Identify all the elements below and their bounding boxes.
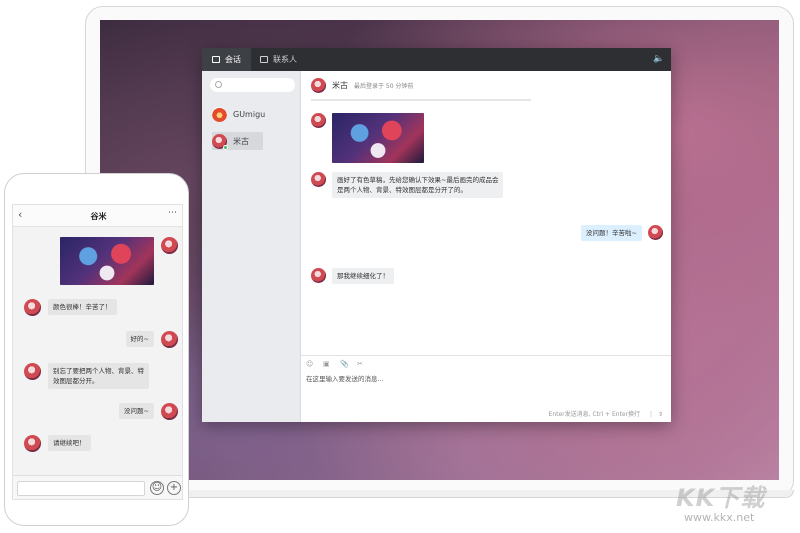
message-bubble: 没问题~ xyxy=(119,403,154,419)
message-image xyxy=(311,113,424,163)
message-text: 画好了有色草稿，先给您确认下效果~最后画完的成品会 xyxy=(337,176,499,184)
message-received: 别忘了要把两个人物、背景、特 效图层都分开。 xyxy=(24,363,149,389)
send-hint-text: Enter发送消息, Ctrl + Enter换行 xyxy=(548,411,641,418)
message-input[interactable]: 在这里输入要发送的消息... xyxy=(306,373,384,383)
avatar xyxy=(212,133,228,150)
message-bubble: 好的~ xyxy=(125,331,154,347)
tab-conversations[interactable]: 会话 xyxy=(202,48,251,71)
message-received: 画好了有色草稿，先给您确认下效果~最后画完的成品会 是两个人物、背景、特效图层都… xyxy=(311,172,504,198)
shared-artwork-image[interactable] xyxy=(332,113,424,163)
last-login-status: 最后登录于 50 分钟前 xyxy=(354,83,414,90)
shared-artwork-image[interactable] xyxy=(60,237,154,285)
search-icon xyxy=(215,81,222,88)
avatar xyxy=(161,237,178,254)
chevron-updown-icon[interactable]: ⇕ xyxy=(658,411,663,418)
message-bubble: 请继续吧！ xyxy=(48,435,91,451)
message-bubble: 颜色很棒！辛苦了！ xyxy=(48,299,117,315)
avatar xyxy=(212,106,227,122)
plus-icon[interactable]: + xyxy=(167,481,181,495)
chat-icon xyxy=(212,56,220,63)
avatar xyxy=(311,78,326,93)
message-received: 颜色很棒！辛苦了！ xyxy=(24,299,117,316)
attach-icon[interactable]: 📎 xyxy=(340,360,349,368)
watermark-url: www.kkx.net xyxy=(684,511,755,524)
header-divider xyxy=(311,99,531,101)
message-text: 是两个人物、背景、特效图层都是分开了的。 xyxy=(337,186,467,194)
message-sent: 没问题！辛苦啦~ xyxy=(581,225,663,241)
avatar xyxy=(161,403,178,420)
divider: | xyxy=(650,411,653,418)
watermark-logo: KK下载 xyxy=(676,484,766,512)
more-icon[interactable]: ⋯ xyxy=(168,208,177,218)
message-bubble: 别忘了要把两个人物、背景、特 效图层都分开。 xyxy=(48,363,149,389)
phone-input-bar: ☺ + xyxy=(13,475,182,499)
avatar xyxy=(311,172,326,187)
contact-name: GUmigu xyxy=(233,109,266,119)
contact-sidebar: GUmigu 米古 xyxy=(202,71,301,422)
phone-header: ‹ 谷米 ⋯ xyxy=(13,205,182,227)
phone-chat-title: 谷米 xyxy=(90,212,107,221)
avatar xyxy=(24,435,41,452)
tab-label: 联系人 xyxy=(273,55,297,64)
online-status-dot xyxy=(223,144,228,150)
message-bubble: 没问题！辛苦啦~ xyxy=(581,225,642,241)
avatar xyxy=(311,113,326,128)
message-received: 请继续吧！ xyxy=(24,435,91,452)
avatar xyxy=(648,225,663,240)
message-editor: ☺ ▣ 📎 ✂ 在这里输入要发送的消息... Enter发送消息, Ctrl +… xyxy=(301,355,671,422)
message-bubble: 画好了有色草稿，先给您确认下效果~最后画完的成品会 是两个人物、背景、特效图层都… xyxy=(332,172,504,198)
contacts-icon xyxy=(260,56,268,63)
chat-header: 米古 最后登录于 50 分钟前 xyxy=(311,78,413,93)
message-bubble: 那我继续细化了！ xyxy=(332,268,394,284)
emoji-icon[interactable]: ☺ xyxy=(306,360,314,368)
message-sent: 没问题~ xyxy=(119,403,178,420)
emoji-icon[interactable]: ☺ xyxy=(150,481,164,495)
window-titlebar: 会话 联系人 🔈 xyxy=(202,48,671,71)
speaker-icon[interactable]: 🔈 xyxy=(653,54,664,64)
avatar xyxy=(311,268,326,283)
message-received: 那我继续细化了！ xyxy=(311,268,394,284)
message-image xyxy=(60,237,178,285)
contact-name: 米古 xyxy=(233,136,249,146)
tab-contacts[interactable]: 联系人 xyxy=(250,48,307,71)
scissors-icon[interactable]: ✂ xyxy=(357,360,365,368)
tab-label: 会话 xyxy=(225,55,241,64)
message-sent: 好的~ xyxy=(125,331,178,348)
search-input[interactable] xyxy=(210,78,295,92)
phone-frame: ‹ 谷米 ⋯ 颜色很棒！辛苦了！ 好的~ 别忘了要把两个人物、背景、特 效图层都… xyxy=(4,173,189,526)
phone-chat-screen: ‹ 谷米 ⋯ 颜色很棒！辛苦了！ 好的~ 别忘了要把两个人物、背景、特 效图层都… xyxy=(12,204,183,500)
desktop-chat-window: 会话 联系人 🔈 GUmigu 米古 米古 最后登录于 50 分钟前 画好了有色… xyxy=(202,48,671,422)
avatar xyxy=(24,363,41,380)
contact-item-gumigu[interactable]: GUmigu xyxy=(212,105,265,123)
contact-item-migu[interactable]: 米古 xyxy=(212,132,263,150)
image-icon[interactable]: ▣ xyxy=(323,360,331,368)
send-hint: Enter发送消息, Ctrl + Enter换行 | ⇕ xyxy=(549,409,663,418)
phone-message-input[interactable] xyxy=(17,481,145,496)
watermark: KK下载 www.kkx.net xyxy=(676,478,765,524)
chat-panel: 米古 最后登录于 50 分钟前 画好了有色草稿，先给您确认下效果~最后画完的成品… xyxy=(301,71,671,422)
avatar xyxy=(161,331,178,348)
message-text: 别忘了要把两个人物、背景、特 xyxy=(53,367,144,375)
chat-title: 米古 xyxy=(332,81,348,90)
message-text: 效图层都分开。 xyxy=(53,377,99,385)
avatar xyxy=(24,299,41,316)
